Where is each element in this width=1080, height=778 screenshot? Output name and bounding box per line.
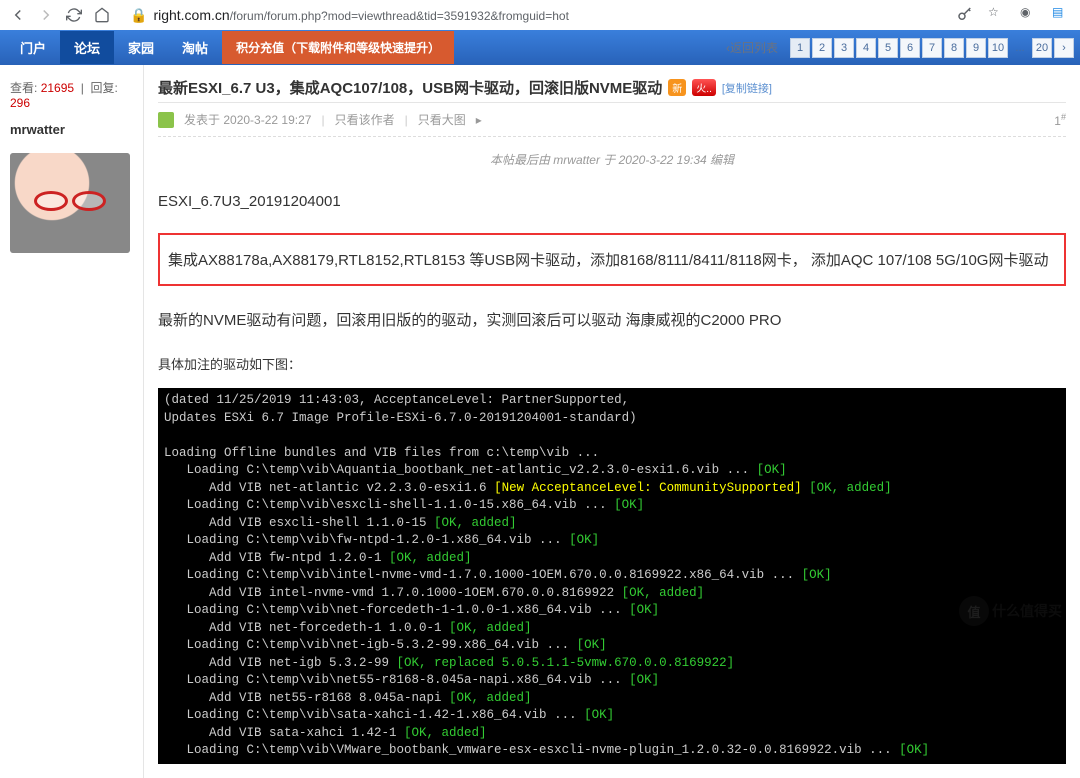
url-text: right.com.cn/forum/forum.php?mod=viewthr… [153,7,568,23]
nav-back-button[interactable] [8,5,28,25]
page-next[interactable]: › [1054,38,1074,58]
floor-number: 1# [1054,112,1066,128]
nav-forum[interactable]: 论坛 [60,31,114,64]
only-big-link[interactable]: 只看大图 [418,111,466,128]
credit-link[interactable]: 积分充值（下载附件和等级快速提升） [222,31,454,64]
author-name[interactable]: mrwatter [10,122,133,137]
post-line-1: ESXI_6.7U3_20191204001 [158,188,1066,215]
dropdown-icon[interactable]: ▸ [476,113,482,127]
watermark: 值 什么值得买 [959,596,1062,626]
page-1[interactable]: 1 [790,38,810,58]
avatar[interactable] [10,153,130,253]
page-9[interactable]: 9 [966,38,986,58]
back-to-list[interactable]: ‹ 返回列表 [716,39,788,56]
page-8[interactable]: 8 [944,38,964,58]
reload-button[interactable] [64,5,84,25]
nav-portal[interactable]: 门户 [6,31,60,64]
thread-title: 最新ESXI_6.7 U3，集成AQC107/108，USB网卡驱动，回滚旧版N… [158,77,662,98]
page-dots: ... [1010,38,1030,58]
page-2[interactable]: 2 [812,38,832,58]
browser-toolbar: 🔒 right.com.cn/forum/forum.php?mod=viewt… [0,0,1080,30]
address-bar[interactable]: 🔒 right.com.cn/forum/forum.php?mod=viewt… [120,2,944,28]
post-main: 最新ESXI_6.7 U3，集成AQC107/108，USB网卡驱动，回滚旧版N… [144,65,1080,778]
watermark-icon: 值 [959,596,989,626]
copy-link[interactable]: [复制链接] [722,80,772,96]
edited-note: 本帖最后由 mrwatter 于 2020-3-22 19:34 编辑 [158,137,1066,182]
page-10[interactable]: 10 [988,38,1008,58]
highlight-box: 集成AX88178a,AX88179,RTL8152,RTL8153 等USB网… [158,233,1066,286]
badge-hot: 火.. [692,79,716,96]
author-badge-icon [158,112,174,128]
thread-stats: 查看: 21695 | 回复: 296 [10,73,133,116]
terminal-screenshot: (dated 11/25/2019 11:43:03, AcceptanceLe… [158,388,1066,764]
page-5[interactable]: 5 [878,38,898,58]
posted-time: 发表于 2020-3-22 19:27 [184,111,311,128]
badge-new: 新 [668,79,686,96]
sidebar: 查看: 21695 | 回复: 296 mrwatter [0,65,144,778]
only-author-link[interactable]: 只看该作者 [335,111,395,128]
post-body: ESXI_6.7U3_20191204001 集成AX88178a,AX8817… [158,182,1066,770]
page-6[interactable]: 6 [900,38,920,58]
bookmark-icon[interactable]: ☆ [988,5,1008,25]
home-button[interactable] [92,5,112,25]
nav-home[interactable]: 家园 [114,31,168,64]
post-line-3: 具体加注的驱动如下图： [158,349,1066,378]
forum-nav: 门户 论坛 家园 淘帖 积分充值（下载附件和等级快速提升） ‹ 返回列表 1 2… [0,30,1080,65]
page-last[interactable]: 20 [1032,38,1052,58]
nav-forward-button[interactable] [36,5,56,25]
page-7[interactable]: 7 [922,38,942,58]
extension-icon[interactable]: ◉ [1020,5,1040,25]
lock-icon: 🔒 [130,7,147,24]
key-icon[interactable] [956,5,976,25]
page-4[interactable]: 4 [856,38,876,58]
post-line-2: 最新的NVME驱动有问题，回滚用旧版的的驱动，实测回滚后可以驱动 海康威视的C2… [158,304,1066,335]
pagination: 1 2 3 4 5 6 7 8 9 10 ... 20 › [788,38,1080,58]
page-3[interactable]: 3 [834,38,854,58]
app-icon[interactable]: ▤ [1052,5,1072,25]
nav-tao[interactable]: 淘帖 [168,31,222,64]
